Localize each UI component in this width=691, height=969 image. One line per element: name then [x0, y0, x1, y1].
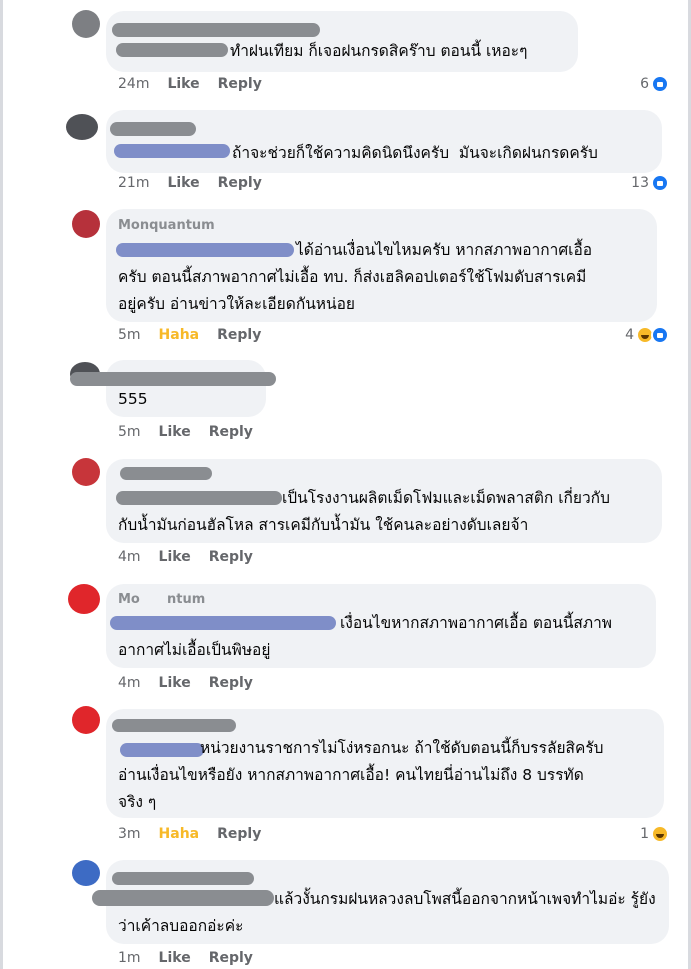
timestamp[interactable]: 24m: [118, 76, 149, 92]
comment-text: ถ้าจะช่วยก็ใช้ความคิดนิดนึงครับ มันจะเกิ…: [232, 144, 598, 162]
avatar[interactable]: [72, 458, 100, 486]
redacted-mention[interactable]: [120, 743, 204, 757]
reply-button[interactable]: Reply: [217, 826, 261, 842]
comment-text: ทำฝนเทียม ก็เจอฝนกรดสิคร๊าบ ตอนนี้ เหอะๆ: [230, 42, 528, 60]
avatar[interactable]: [66, 114, 98, 140]
avatar[interactable]: [72, 860, 100, 886]
comment-text-line-1: ได้อ่านเงื่อนไขไหมครับ หากสภาพอากาศเอื้อ: [296, 241, 593, 259]
comment-text-line-2: ครับ ตอนนี้สภาพอากาศไม่เอื้อ ทบ. ก็ส่งเฮ…: [118, 268, 587, 286]
avatar[interactable]: [72, 10, 100, 38]
comment-text-line-2: อากาศไม่เอื้อเป็นพิษอยู่: [118, 641, 271, 659]
redacted-mention[interactable]: [116, 43, 228, 57]
redacted-name[interactable]: [70, 372, 276, 386]
avatar[interactable]: [72, 210, 100, 238]
comment-actions: 21m Like Reply: [118, 175, 262, 191]
like-button[interactable]: Like: [167, 76, 199, 92]
timestamp[interactable]: 1m: [118, 950, 141, 966]
timestamp[interactable]: 21m: [118, 175, 149, 191]
like-button[interactable]: Like: [159, 675, 191, 691]
comment-text-line-3: จริง ๆ: [118, 793, 157, 811]
redacted-mention[interactable]: [110, 616, 336, 630]
redacted-name[interactable]: [120, 467, 212, 480]
reply-button[interactable]: Reply: [209, 549, 253, 565]
comment-actions: 5m Like Reply: [118, 424, 253, 440]
redacted-name[interactable]: [110, 122, 196, 136]
avatar[interactable]: [68, 584, 100, 614]
left-border: [0, 0, 3, 969]
avatar[interactable]: [72, 706, 100, 734]
commenter-name[interactable]: Monquantum: [118, 212, 215, 239]
like-icon: [651, 326, 669, 344]
reaction-summary[interactable]: 1: [640, 825, 669, 843]
reply-button[interactable]: Reply: [218, 175, 262, 191]
like-button[interactable]: Like: [167, 175, 199, 191]
comment-text: 555: [118, 390, 148, 408]
comment-text-line-3: อยู่ครับ อ่านข่าวให้ละเอียดกันหน่อย: [118, 295, 356, 313]
comment-actions: 5m Haha Reply: [118, 327, 261, 343]
reaction-summary[interactable]: 13: [631, 174, 669, 192]
reply-button[interactable]: Reply: [217, 327, 261, 343]
reaction-summary[interactable]: 6: [640, 75, 669, 93]
comment-text-line-1: เงื่อนไขหากสภาพอากาศเอื้อ ตอนนี้สภาพ: [340, 614, 613, 632]
commenter-name[interactable]: Mo ntum: [118, 586, 205, 613]
comment-text-line-1: เป็นโรงงานผลิตเม็ดโฟมและเม็ดพลาสติก เกี่…: [282, 489, 610, 507]
comment-text-line-2: กับน้ำมันก่อนฮัลโหล สารเคมีกับน้ำมัน ใช้…: [118, 516, 529, 534]
comment-actions: 1m Like Reply: [118, 950, 253, 966]
like-icon: [651, 174, 669, 192]
comment-text-line-2: อ่านเงื่อนไขหรือยัง หากสภาพอากาศเอื้อ! ค…: [118, 766, 584, 784]
like-button[interactable]: Like: [159, 424, 191, 440]
comment-bubble: ถ้าจะช่วยก็ใช้ความคิดนิดนึงครับ มันจะเกิ…: [106, 110, 662, 173]
reaction-summary[interactable]: 4: [625, 326, 669, 344]
reaction-count: 4: [625, 327, 634, 343]
comment-text-line-1: แล้วงั้นกรมฝนหลวงลบโพสนี้ออกจากหน้าเพจทำ…: [274, 890, 656, 908]
comment-bubble: Mo ntum เงื่อนไขหากสภาพอากาศเอื้อ ตอนนี้…: [106, 584, 656, 668]
like-button[interactable]: Like: [159, 950, 191, 966]
redacted-mention[interactable]: [92, 890, 274, 906]
reaction-count: 1: [640, 826, 649, 842]
reaction-count: 6: [640, 76, 649, 92]
reply-button[interactable]: Reply: [209, 950, 253, 966]
reply-button[interactable]: Reply: [209, 675, 253, 691]
reply-button[interactable]: Reply: [218, 76, 262, 92]
redacted-mention[interactable]: [114, 144, 230, 158]
timestamp[interactable]: 4m: [118, 549, 141, 565]
redacted-name[interactable]: [112, 872, 254, 885]
like-icon: [651, 75, 669, 93]
like-button[interactable]: Like: [159, 549, 191, 565]
haha-button[interactable]: Haha: [159, 327, 200, 343]
redacted-mention[interactable]: [116, 491, 282, 505]
redacted-name[interactable]: [112, 23, 320, 37]
redacted-mention[interactable]: [116, 243, 294, 257]
comment-bubble: Monquantum ได้อ่านเงื่อนไขไหมครับ หากสภา…: [106, 209, 657, 322]
timestamp[interactable]: 4m: [118, 675, 141, 691]
comment-bubble: ทำฝนเทียม ก็เจอฝนกรดสิคร๊าบ ตอนนี้ เหอะๆ: [106, 11, 578, 72]
comment-bubble: 555: [70, 360, 276, 417]
timestamp[interactable]: 5m: [118, 424, 141, 440]
haha-icon: [651, 825, 669, 843]
timestamp[interactable]: 5m: [118, 327, 141, 343]
comment-text-line-1: หน่วยงานราชการไม่โง่หรอกนะ ถ้าใช้ดับตอนน…: [200, 739, 604, 757]
redacted-name[interactable]: [112, 719, 236, 732]
comment-actions: 4m Like Reply: [118, 549, 253, 565]
comment-actions: 4m Like Reply: [118, 675, 253, 691]
reaction-count: 13: [631, 175, 649, 191]
reply-button[interactable]: Reply: [209, 424, 253, 440]
comment-bubble: เป็นโรงงานผลิตเม็ดโฟมและเม็ดพลาสติก เกี่…: [106, 459, 662, 543]
comment-bubble: แล้วงั้นกรมฝนหลวงลบโพสนี้ออกจากหน้าเพจทำ…: [92, 860, 669, 944]
haha-button[interactable]: Haha: [159, 826, 200, 842]
comment-actions: 24m Like Reply: [118, 76, 262, 92]
timestamp[interactable]: 3m: [118, 826, 141, 842]
comment-bubble: หน่วยงานราชการไม่โง่หรอกนะ ถ้าใช้ดับตอนน…: [106, 709, 664, 818]
comment-actions: 3m Haha Reply: [118, 826, 261, 842]
comment-text-line-2: ว่าเค้าลบออกอ่ะค่ะ: [118, 917, 244, 935]
